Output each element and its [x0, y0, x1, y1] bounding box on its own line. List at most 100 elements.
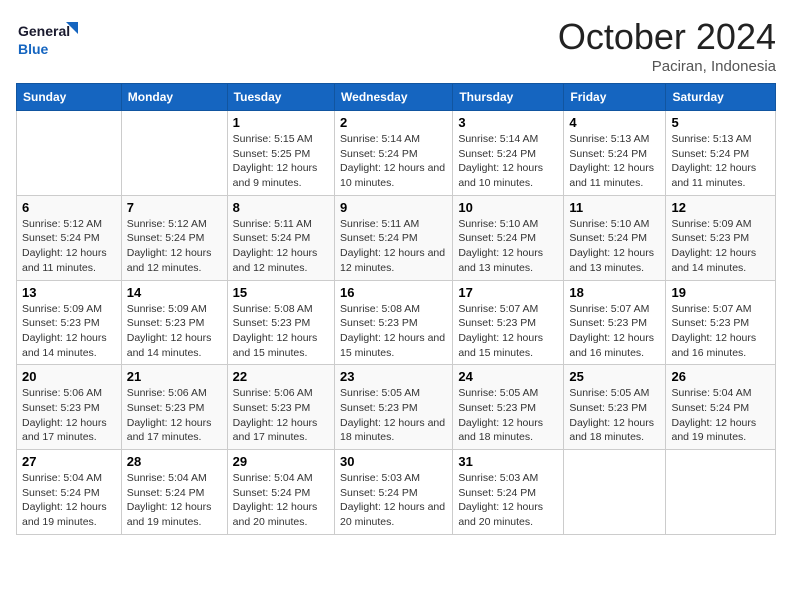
day-info: Sunrise: 5:12 AM Sunset: 5:24 PM Dayligh… — [127, 217, 222, 276]
day-info: Sunrise: 5:05 AM Sunset: 5:23 PM Dayligh… — [340, 386, 447, 445]
calendar-cell: 16 Sunrise: 5:08 AM Sunset: 5:23 PM Dayli… — [335, 280, 453, 365]
month-title: October 2024 — [558, 16, 776, 58]
calendar-cell: 2 Sunrise: 5:14 AM Sunset: 5:24 PM Daylig… — [335, 111, 453, 196]
day-number: 5 — [671, 115, 770, 130]
calendar-cell: 22 Sunrise: 5:06 AM Sunset: 5:23 PM Dayli… — [227, 365, 334, 450]
calendar-cell: 13Sunrise: 5:09 AM Sunset: 5:23 PM Dayli… — [17, 280, 122, 365]
day-info: Sunrise: 5:03 AM Sunset: 5:24 PM Dayligh… — [340, 471, 447, 530]
day-info: Sunrise: 5:05 AM Sunset: 5:23 PM Dayligh… — [458, 386, 558, 445]
calendar-cell: 18Sunrise: 5:07 AM Sunset: 5:23 PM Dayli… — [564, 280, 666, 365]
calendar-cell — [121, 111, 227, 196]
day-info: Sunrise: 5:04 AM Sunset: 5:24 PM Dayligh… — [127, 471, 222, 530]
day-info: Sunrise: 5:13 AM Sunset: 5:24 PM Dayligh… — [569, 132, 660, 191]
calendar-cell — [564, 450, 666, 535]
day-info: Sunrise: 5:08 AM Sunset: 5:23 PM Dayligh… — [233, 302, 329, 361]
calendar-week-row: 6 Sunrise: 5:12 AM Sunset: 5:24 PM Daylig… — [17, 195, 776, 280]
location: Paciran, Indonesia — [558, 58, 776, 75]
day-info: Sunrise: 5:10 AM Sunset: 5:24 PM Dayligh… — [569, 217, 660, 276]
day-number: 2 — [340, 115, 447, 130]
calendar-week-row: 13 Sunrise: 5:09 AM Sunset: 5:23 PM Dayli… — [17, 280, 776, 365]
day-number: 19 — [671, 285, 770, 300]
calendar-cell: 15Sunrise: 5:08 AM Sunset: 5:23 PM Dayli… — [227, 280, 334, 365]
day-number: 13 — [22, 285, 116, 300]
calendar-cell — [17, 111, 122, 196]
calendar-cell: 8 Sunrise: 5:11 AM Sunset: 5:24 PM Daylig… — [227, 195, 334, 280]
day-number: 28 — [127, 454, 222, 469]
day-info: Sunrise: 5:11 AM Sunset: 5:24 PM Dayligh… — [340, 217, 447, 276]
calendar-cell: 23 Sunrise: 5:05 AM Sunset: 5:23 PM Dayli… — [335, 365, 453, 450]
calendar-cell: 29 Sunrise: 5:04 AM Sunset: 5:24 PM Dayli… — [227, 450, 334, 535]
calendar-cell — [666, 450, 776, 535]
day-info: Sunrise: 5:12 AM Sunset: 5:24 PM Dayligh… — [22, 217, 116, 276]
day-number: 4 — [569, 115, 660, 130]
day-number: 29 — [233, 454, 329, 469]
day-number: 14 — [127, 285, 222, 300]
day-number: 9 — [340, 200, 447, 215]
calendar-cell: 27 Sunrise: 5:04 AM Sunset: 5:24 PM Dayli… — [17, 450, 122, 535]
day-info: Sunrise: 5:07 AM Sunset: 5:23 PM Dayligh… — [671, 302, 770, 361]
day-number: 23 — [340, 369, 447, 384]
weekday-header-row: SundayMondayTuesdayWednesdayThursdayFrid… — [17, 84, 776, 111]
calendar-cell: 5 Sunrise: 5:13 AM Sunset: 5:24 PM Daylig… — [666, 111, 776, 196]
day-number: 31 — [458, 454, 558, 469]
day-info: Sunrise: 5:06 AM Sunset: 5:23 PM Dayligh… — [233, 386, 329, 445]
calendar-cell: 26 Sunrise: 5:04 AM Sunset: 5:24 PM Dayli… — [666, 365, 776, 450]
day-info: Sunrise: 5:08 AM Sunset: 5:23 PM Dayligh… — [340, 302, 447, 361]
day-number: 20 — [22, 369, 116, 384]
calendar-week-row: 1 Sunrise: 5:15 AM Sunset: 5:25 PM Daylig… — [17, 111, 776, 196]
day-number: 6 — [22, 200, 116, 215]
calendar-cell: 31 Sunrise: 5:03 AM Sunset: 5:24 PM Dayli… — [453, 450, 564, 535]
calendar-cell: 14 Sunrise: 5:09 AM Sunset: 5:23 PM Dayli… — [121, 280, 227, 365]
day-number: 1 — [233, 115, 329, 130]
day-info: Sunrise: 5:09 AM Sunset: 5:23 PM Dayligh… — [127, 302, 222, 361]
day-info: Sunrise: 5:13 AM Sunset: 5:24 PM Dayligh… — [671, 132, 770, 191]
day-info: Sunrise: 5:15 AM Sunset: 5:25 PM Dayligh… — [233, 132, 329, 191]
day-number: 16 — [340, 285, 447, 300]
calendar-cell: 25 Sunrise: 5:05 AM Sunset: 5:23 PM Dayli… — [564, 365, 666, 450]
day-info: Sunrise: 5:07 AM Sunset: 5:23 PM Dayligh… — [458, 302, 558, 361]
day-number: 22 — [233, 369, 329, 384]
day-info: Sunrise: 5:04 AM Sunset: 5:24 PM Dayligh… — [671, 386, 770, 445]
calendar-cell: 9 Sunrise: 5:11 AM Sunset: 5:24 PM Daylig… — [335, 195, 453, 280]
calendar-cell: 21 Sunrise: 5:06 AM Sunset: 5:23 PM Dayli… — [121, 365, 227, 450]
day-info: Sunrise: 5:03 AM Sunset: 5:24 PM Dayligh… — [458, 471, 558, 530]
day-info: Sunrise: 5:06 AM Sunset: 5:23 PM Dayligh… — [22, 386, 116, 445]
calendar-cell: 17 Sunrise: 5:07 AM Sunset: 5:23 PM Dayli… — [453, 280, 564, 365]
day-info: Sunrise: 5:04 AM Sunset: 5:24 PM Dayligh… — [22, 471, 116, 530]
day-number: 21 — [127, 369, 222, 384]
calendar-cell: 20 Sunrise: 5:06 AM Sunset: 5:23 PM Dayli… — [17, 365, 122, 450]
svg-text:General: General — [18, 23, 70, 39]
day-number: 8 — [233, 200, 329, 215]
weekday-header-cell: Thursday — [453, 84, 564, 111]
day-number: 25 — [569, 369, 660, 384]
weekday-header-cell: Tuesday — [227, 84, 334, 111]
calendar-cell: 11Sunrise: 5:10 AM Sunset: 5:24 PM Dayli… — [564, 195, 666, 280]
day-info: Sunrise: 5:06 AM Sunset: 5:23 PM Dayligh… — [127, 386, 222, 445]
calendar-week-row: 27 Sunrise: 5:04 AM Sunset: 5:24 PM Dayli… — [17, 450, 776, 535]
day-info: Sunrise: 5:09 AM Sunset: 5:23 PM Dayligh… — [671, 217, 770, 276]
calendar-cell: 7Sunrise: 5:12 AM Sunset: 5:24 PM Daylig… — [121, 195, 227, 280]
day-number: 17 — [458, 285, 558, 300]
calendar-cell: 6 Sunrise: 5:12 AM Sunset: 5:24 PM Daylig… — [17, 195, 122, 280]
calendar-cell: 3Sunrise: 5:14 AM Sunset: 5:24 PM Daylig… — [453, 111, 564, 196]
day-number: 12 — [671, 200, 770, 215]
calendar-cell: 30Sunrise: 5:03 AM Sunset: 5:24 PM Dayli… — [335, 450, 453, 535]
day-info: Sunrise: 5:11 AM Sunset: 5:24 PM Dayligh… — [233, 217, 329, 276]
day-info: Sunrise: 5:10 AM Sunset: 5:24 PM Dayligh… — [458, 217, 558, 276]
day-info: Sunrise: 5:05 AM Sunset: 5:23 PM Dayligh… — [569, 386, 660, 445]
calendar-week-row: 20 Sunrise: 5:06 AM Sunset: 5:23 PM Dayli… — [17, 365, 776, 450]
calendar-cell: 1 Sunrise: 5:15 AM Sunset: 5:25 PM Daylig… — [227, 111, 334, 196]
day-info: Sunrise: 5:04 AM Sunset: 5:24 PM Dayligh… — [233, 471, 329, 530]
title-block: October 2024 Paciran, Indonesia — [558, 16, 776, 75]
day-number: 26 — [671, 369, 770, 384]
logo-icon: General Blue — [16, 16, 86, 66]
day-info: Sunrise: 5:14 AM Sunset: 5:24 PM Dayligh… — [340, 132, 447, 191]
weekday-header-cell: Saturday — [666, 84, 776, 111]
day-number: 10 — [458, 200, 558, 215]
calendar-cell: 4 Sunrise: 5:13 AM Sunset: 5:24 PM Daylig… — [564, 111, 666, 196]
day-number: 27 — [22, 454, 116, 469]
svg-text:Blue: Blue — [18, 41, 49, 57]
day-number: 3 — [458, 115, 558, 130]
calendar-cell: 24Sunrise: 5:05 AM Sunset: 5:23 PM Dayli… — [453, 365, 564, 450]
calendar-cell: 28 Sunrise: 5:04 AM Sunset: 5:24 PM Dayli… — [121, 450, 227, 535]
